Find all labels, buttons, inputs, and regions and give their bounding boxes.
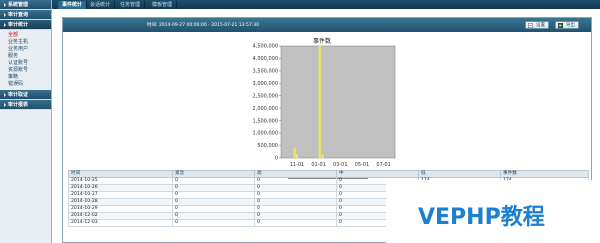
table-cell: 0: [172, 184, 255, 192]
expand-arrow-icon: [4, 12, 6, 17]
chart-bar: [295, 154, 299, 158]
expand-arrow-icon: [4, 22, 6, 27]
col-header-medium[interactable]: 中: [336, 170, 419, 178]
table-cell: 0: [172, 191, 255, 199]
y-tick-label: 2,500,000: [253, 93, 278, 99]
table-cell: 2014-10-28: [68, 198, 173, 206]
settings-button[interactable]: 设置: [525, 21, 549, 29]
table-cell: 0: [172, 205, 255, 213]
y-tick-label: 4,000,000: [253, 56, 278, 62]
y-tick-label: 1,000,000: [253, 131, 278, 137]
y-tick-label: 3,000,000: [253, 81, 278, 87]
expand-arrow-icon: [4, 92, 6, 97]
table-header-row: 时间 紧急 高 中 低 事件数: [68, 170, 589, 178]
table-cell: 0: [254, 212, 337, 220]
sidebar-section-label: 审计取证: [8, 92, 29, 98]
event-count-chart: 4,500,000 4,000,000 3,500,000 3,000,000 2,50…: [253, 44, 396, 168]
sidebar-section-label: 审计查询: [8, 12, 29, 18]
table-cell: 0: [172, 177, 255, 185]
table-cell: 0: [254, 198, 337, 206]
chart-bar: [321, 154, 324, 158]
export-button[interactable]: 导出: [555, 21, 579, 29]
tab-session-stats[interactable]: 会话统计: [86, 1, 116, 9]
table-cell: 0: [254, 205, 337, 213]
table-cell: 2014-10-25: [68, 177, 173, 185]
tab-task-management[interactable]: 任务管理: [116, 1, 146, 9]
sidebar-item-all[interactable]: 全部: [8, 32, 51, 39]
sidebar-section-audit-stats[interactable]: 审计统计: [0, 20, 51, 30]
sidebar-item-policy[interactable]: 策略: [8, 74, 51, 81]
watermark-text: VEPHP教程: [418, 205, 545, 230]
y-tick-label: 4,500,000: [253, 44, 278, 50]
sidebar-item-resource-account[interactable]: 资源账号: [8, 67, 51, 74]
table-cell: 0: [254, 219, 337, 227]
sidebar-item-service[interactable]: 服务: [8, 53, 51, 60]
settings-icon: [528, 23, 533, 28]
table-cell: 0: [172, 212, 255, 220]
chart-bar: [293, 147, 296, 158]
sidebar-item-business-user[interactable]: 业务用户: [8, 46, 51, 53]
expand-arrow-icon: [4, 102, 6, 107]
settings-button-label: 设置: [536, 23, 545, 28]
table-cell: 0: [172, 219, 255, 227]
sidebar-item-business-host[interactable]: 业务主机: [8, 39, 51, 46]
col-header-high[interactable]: 高: [254, 170, 337, 178]
export-button-label: 导出: [566, 23, 575, 28]
table-cell: 0: [254, 177, 337, 185]
app-root: 系统管理 审计查询 审计统计 全部 业务主机 业务用户 服务 认证账号 资源账号…: [0, 0, 600, 243]
col-header-urgent[interactable]: 紧急: [172, 170, 255, 178]
sidebar-item-error-code[interactable]: 错误码: [8, 81, 51, 88]
sidebar-section-audit-report[interactable]: 审计报表: [0, 100, 51, 110]
chart-area: 事件数 4,500,000 4,000,000 3,500,000 3,000,000…: [63, 32, 591, 179]
expand-arrow-icon: [4, 2, 6, 7]
table-cell: 2014-10-26: [68, 184, 173, 192]
x-tick-label: 11-01: [290, 162, 305, 168]
top-tab-bar: 事件统计 会话统计 任务管理 模板管理: [52, 0, 600, 9]
y-tick-label: 1,500,000: [253, 118, 278, 124]
export-icon: [558, 23, 563, 28]
time-range-label: 时间: 2014-09-27 00:00:00 - 2015-07-21 13:…: [147, 23, 260, 28]
x-tick-label: 05-01: [355, 162, 370, 168]
sidebar-section-system[interactable]: 系统管理: [0, 0, 51, 10]
col-header-time[interactable]: 时间: [68, 170, 173, 178]
sidebar-submenu: 全部 业务主机 业务用户 服务 认证账号 资源账号 策略 错误码: [0, 30, 51, 90]
table-cell: 2014-10-29: [68, 205, 173, 213]
y-tick-label: 500,000: [257, 143, 278, 149]
panel-toolbar: 时间: 2014-09-27 00:00:00 - 2015-07-21 13:…: [63, 18, 591, 32]
x-tick-label: 01-01: [311, 162, 326, 168]
plot-area: [280, 45, 396, 159]
sidebar: 系统管理 审计查询 审计统计 全部 业务主机 业务用户 服务 认证账号 资源账号…: [0, 0, 52, 243]
table-cell: 0: [254, 191, 337, 199]
sidebar-item-auth-account[interactable]: 认证账号: [8, 60, 51, 67]
sidebar-section-label: 系统管理: [8, 2, 29, 8]
tab-event-stats[interactable]: 事件统计: [58, 1, 88, 9]
x-tick-label: 07-01: [376, 162, 391, 168]
chart-bar: [318, 46, 321, 158]
sidebar-section-label: 审计报表: [8, 102, 29, 108]
table-cell: 2014-12-03: [68, 219, 173, 227]
sidebar-section-audit-query[interactable]: 审计查询: [0, 10, 51, 20]
watermark: VEPHP教程: [386, 180, 600, 243]
y-tick-label: 2,000,000: [253, 106, 278, 112]
table-cell: 0: [172, 198, 255, 206]
col-header-event-count[interactable]: 事件数: [500, 170, 589, 178]
y-tick-label: 0: [275, 156, 278, 162]
sidebar-section-audit-evidence[interactable]: 审计取证: [0, 90, 51, 100]
y-tick-label: 3,500,000: [253, 68, 278, 74]
tab-template-management[interactable]: 模板管理: [148, 1, 178, 9]
x-tick-label: 03-01: [333, 162, 348, 168]
table-cell: 0: [254, 184, 337, 192]
table-cell: 2014-10-27: [68, 191, 173, 199]
col-header-low[interactable]: 低: [418, 170, 501, 178]
table-cell: 2014-12-02: [68, 212, 173, 220]
sidebar-section-label: 审计统计: [8, 22, 29, 28]
